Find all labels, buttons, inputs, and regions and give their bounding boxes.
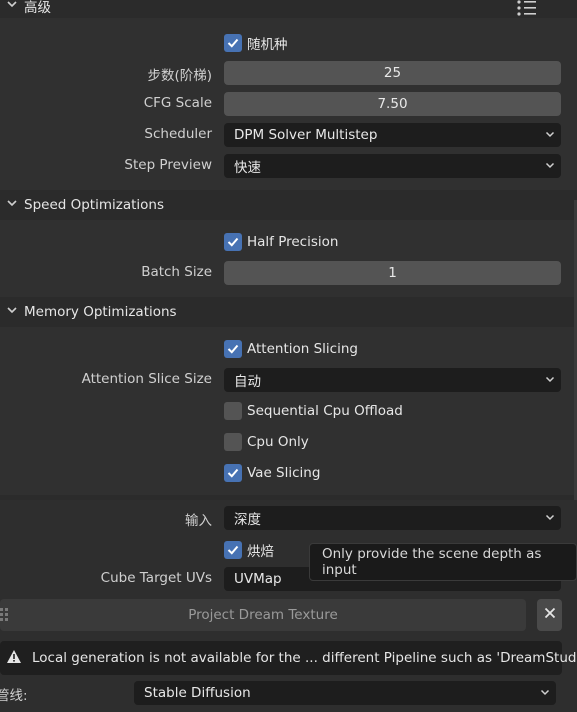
- speed-optimizations-title: Speed Optimizations: [24, 197, 165, 213]
- scheduler-value: DPM Solver Multistep: [234, 127, 378, 143]
- cpu-only-checkbox[interactable]: [224, 433, 242, 451]
- speed-optimizations-header[interactable]: Speed Optimizations: [0, 190, 577, 220]
- warning-text: Local generation is not available for th…: [32, 650, 577, 666]
- batch-size-value: 1: [388, 265, 397, 281]
- pipeline-label: 管线:: [0, 688, 28, 704]
- seed-checkbox[interactable]: [224, 34, 242, 52]
- attention-slicing-row[interactable]: Attention Slicing: [224, 340, 358, 358]
- bake-checkbox[interactable]: [224, 541, 242, 559]
- warning-icon: [6, 649, 22, 668]
- cancel-button[interactable]: [537, 599, 562, 631]
- half-precision-checkbox[interactable]: [224, 233, 242, 251]
- bake-row[interactable]: 烘焙: [224, 540, 274, 560]
- list-menu-icon[interactable]: [516, 0, 538, 20]
- steps-field[interactable]: 25: [224, 61, 561, 85]
- pipeline-dropdown[interactable]: Stable Diffusion: [134, 681, 556, 705]
- batch-size-field[interactable]: 1: [224, 261, 561, 285]
- cpu-only-row[interactable]: Cpu Only: [224, 433, 309, 451]
- half-precision-row[interactable]: Half Precision: [224, 233, 338, 251]
- input-dropdown[interactable]: 深度: [224, 506, 561, 530]
- vae-slicing-label: Vae Slicing: [247, 465, 321, 481]
- speed-panel: [0, 220, 577, 297]
- pipeline-value: Stable Diffusion: [144, 685, 251, 701]
- sequential-cpu-offload-checkbox[interactable]: [224, 402, 242, 420]
- bake-label: 烘焙: [247, 544, 274, 560]
- warning-box: Local generation is not available for th…: [0, 641, 577, 675]
- scheduler-dropdown[interactable]: DPM Solver Multistep: [224, 123, 561, 147]
- attention-slicing-checkbox[interactable]: [224, 340, 242, 358]
- chevron-down-icon: [6, 197, 18, 213]
- memory-optimizations-header[interactable]: Memory Optimizations: [0, 297, 577, 327]
- batch-size-label: Batch Size: [141, 264, 212, 280]
- step-preview-dropdown[interactable]: 快速: [224, 154, 561, 178]
- texture-grid-icon: [0, 608, 12, 626]
- cfg-scale-field[interactable]: 7.50: [224, 92, 561, 116]
- chevron-down-icon: [6, 304, 18, 320]
- chevron-down-icon: [545, 158, 555, 174]
- chevron-down-icon: [545, 372, 555, 388]
- attention-slicing-label: Attention Slicing: [247, 341, 358, 357]
- scheduler-label: Scheduler: [144, 126, 212, 142]
- close-icon: [544, 607, 556, 623]
- cube-target-uvs-value: UVMap: [234, 571, 282, 587]
- tooltip-text: Only provide the scene depth as input: [322, 546, 542, 578]
- cfg-scale-label: CFG Scale: [143, 95, 212, 111]
- advanced-title: 高级: [24, 0, 51, 16]
- project-dream-texture-label: Project Dream Texture: [188, 607, 338, 623]
- steps-value: 25: [383, 65, 402, 81]
- input-label: 输入: [185, 513, 212, 529]
- advanced-header[interactable]: 高级: [0, 0, 577, 18]
- attention-slice-size-dropdown[interactable]: 自动: [224, 368, 561, 392]
- project-dream-texture-button[interactable]: Project Dream Texture: [0, 599, 526, 631]
- cube-target-uvs-label: Cube Target UVs: [100, 570, 212, 586]
- chevron-down-icon: [6, 0, 18, 14]
- sequential-cpu-offload-row[interactable]: Sequential Cpu Offload: [224, 402, 403, 420]
- memory-optimizations-title: Memory Optimizations: [24, 304, 177, 320]
- chevron-down-icon: [545, 127, 555, 143]
- attention-slice-size-label: Attention Slice Size: [81, 371, 212, 387]
- cpu-only-label: Cpu Only: [247, 434, 309, 450]
- attention-slice-size-value: 自动: [234, 374, 261, 390]
- half-precision-label: Half Precision: [247, 234, 339, 250]
- vae-slicing-row[interactable]: Vae Slicing: [224, 464, 320, 482]
- steps-label: 步数(阶梯): [147, 68, 212, 84]
- input-tooltip: Only provide the scene depth as input: [309, 543, 577, 581]
- vae-slicing-checkbox[interactable]: [224, 464, 242, 482]
- chevron-down-icon: [540, 685, 550, 701]
- chevron-down-icon: [545, 510, 555, 526]
- step-preview-label: Step Preview: [124, 157, 212, 173]
- seed-checkbox-row[interactable]: 随机种: [224, 33, 288, 53]
- sequential-cpu-offload-label: Sequential Cpu Offload: [247, 403, 403, 419]
- step-preview-value: 快速: [234, 160, 261, 176]
- input-value: 深度: [234, 512, 261, 528]
- cfg-scale-value: 7.50: [377, 96, 408, 112]
- seed-label: 随机种: [247, 37, 288, 53]
